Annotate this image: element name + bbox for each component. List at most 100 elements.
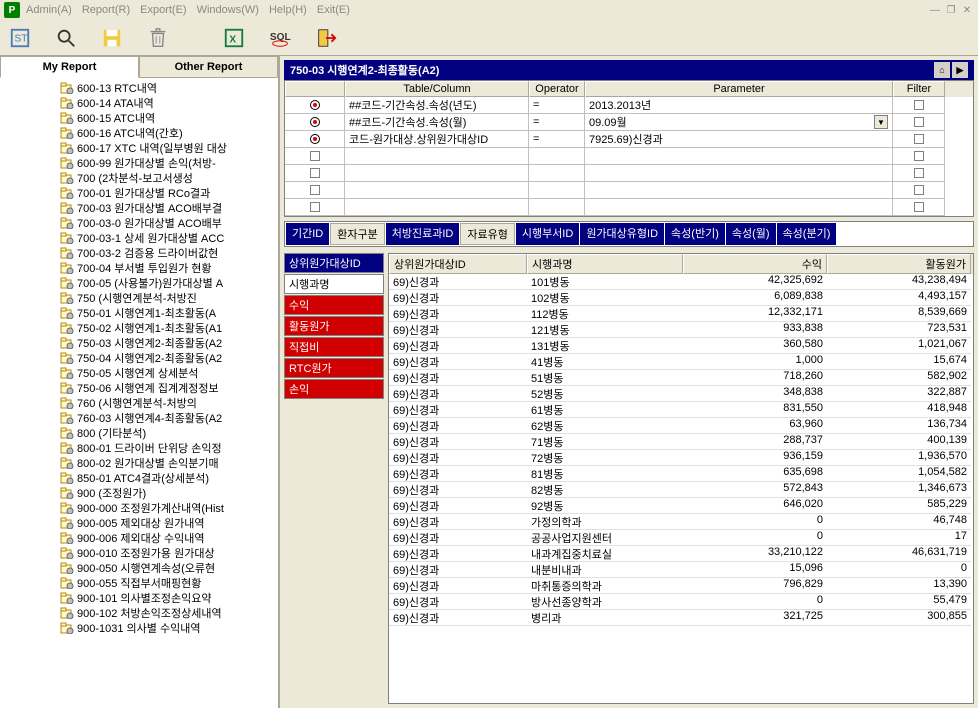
tree-item[interactable]: 600-14 ATA내역 [60, 95, 278, 110]
report-tree[interactable]: 600-13 RTC내역600-14 ATA내역600-15 ATC내역600-… [0, 78, 278, 708]
filter-row[interactable] [285, 182, 973, 199]
tree-item[interactable]: 700-03 원가대상별 ACO배부결 [60, 200, 278, 215]
filter-flag-checkbox[interactable] [914, 100, 924, 110]
filter-checkbox[interactable] [310, 202, 320, 212]
filter-row[interactable] [285, 165, 973, 182]
tree-item[interactable]: 900 (조정원가) [60, 485, 278, 500]
tree-item[interactable]: 900-1031 의사별 수익내역 [60, 620, 278, 635]
dim-tab[interactable]: 속성(분기) [777, 223, 837, 245]
tree-item[interactable]: 700-04 부서별 투입원가 현황 [60, 260, 278, 275]
dg-col-2[interactable]: 수익 [683, 254, 827, 274]
selector-item[interactable]: 상위원가대상ID [284, 253, 384, 273]
tree-item[interactable]: 600-15 ATC내역 [60, 110, 278, 125]
data-row[interactable]: 69)신경과101병동42,325,69243,238,494 [389, 274, 973, 290]
tree-item[interactable]: 700-03-1 상세 원가대상별 ACC [60, 230, 278, 245]
filter-radio[interactable] [310, 100, 320, 110]
menu-admin[interactable]: Admin(A) [26, 4, 72, 16]
tree-item[interactable]: 600-13 RTC내역 [60, 80, 278, 95]
menu-exit[interactable]: Exit(E) [317, 4, 350, 16]
selector-item[interactable]: 손익 [284, 379, 384, 399]
data-row[interactable]: 69)신경과112병동12,332,1718,539,669 [389, 306, 973, 322]
exit-door-icon[interactable] [312, 24, 340, 52]
data-row[interactable]: 69)신경과81병동635,6981,054,582 [389, 466, 973, 482]
delete-icon[interactable] [144, 24, 172, 52]
dim-tab[interactable]: 속성(반기) [665, 223, 725, 245]
data-row[interactable]: 69)신경과방사선종양학과055,479 [389, 594, 973, 610]
tree-item[interactable]: 750-04 시행연계2-최종활동(A2 [60, 350, 278, 365]
menu-report[interactable]: Report(R) [82, 4, 130, 16]
data-row[interactable]: 69)신경과102병동6,089,8384,493,157 [389, 290, 973, 306]
filter-row[interactable]: 코드-원가대상.상위원가대상ID=7925.69)신경과 [285, 131, 973, 148]
filter-flag-checkbox[interactable] [914, 151, 924, 161]
selector-item[interactable]: 시행과명 [284, 274, 384, 294]
tree-item[interactable]: 750-01 시행연계1-최초활동(A [60, 305, 278, 320]
data-row[interactable]: 69)신경과내과계집중치료실33,210,12246,631,719 [389, 546, 973, 562]
filter-flag-checkbox[interactable] [914, 202, 924, 212]
dim-tab[interactable]: 자료유형 [460, 223, 514, 245]
tree-item[interactable]: 600-16 ATC내역(간호) [60, 125, 278, 140]
tree-item[interactable]: 850-01 ATC4결과(상세분석) [60, 470, 278, 485]
tree-item[interactable]: 700-01 원가대상별 RCo결과 [60, 185, 278, 200]
data-row[interactable]: 69)신경과마취통증의학과796,82913,390 [389, 578, 973, 594]
tree-item[interactable]: 750-02 시행연계1-최초활동(A1 [60, 320, 278, 335]
dg-col-1[interactable]: 시행과명 [527, 254, 683, 274]
filter-radio[interactable] [310, 134, 320, 144]
data-grid[interactable]: 상위원가대상ID 시행과명 수익 활동원가 69)신경과101병동42,325,… [388, 253, 974, 704]
filter-flag-checkbox[interactable] [914, 117, 924, 127]
data-row[interactable]: 69)신경과82병동572,8431,346,673 [389, 482, 973, 498]
data-row[interactable]: 69)신경과71병동288,737400,139 [389, 434, 973, 450]
filter-row[interactable] [285, 199, 973, 216]
tree-item[interactable]: 750 (시행연계분석-처방진 [60, 290, 278, 305]
tree-item[interactable]: 900-010 조정원가용 원가대상 [60, 545, 278, 560]
filter-flag-checkbox[interactable] [914, 185, 924, 195]
tree-item[interactable]: 750-03 시행연계2-최종활동(A2 [60, 335, 278, 350]
filter-row[interactable] [285, 148, 973, 165]
data-row[interactable]: 69)신경과가정의학과046,748 [389, 514, 973, 530]
panel-run-icon[interactable]: ▶ [952, 62, 968, 78]
tab-my-report[interactable]: My Report [0, 56, 139, 78]
tab-other-report[interactable]: Other Report [139, 56, 278, 78]
data-row[interactable]: 69)신경과공공사업지원센터017 [389, 530, 973, 546]
selector-item[interactable]: 활동원가 [284, 316, 384, 336]
data-row[interactable]: 69)신경과72병동936,1591,936,570 [389, 450, 973, 466]
selector-item[interactable]: RTC원가 [284, 358, 384, 378]
data-row[interactable]: 69)신경과92병동646,020585,229 [389, 498, 973, 514]
tree-item[interactable]: 900-055 직접부서매핑현황 [60, 575, 278, 590]
filter-checkbox[interactable] [310, 151, 320, 161]
filter-radio[interactable] [310, 117, 320, 127]
data-row[interactable]: 69)신경과52병동348,838322,887 [389, 386, 973, 402]
dim-tab[interactable]: 기간ID [286, 223, 329, 245]
tree-item[interactable]: 800-02 원가대상별 손익분기매 [60, 455, 278, 470]
tree-item[interactable]: 900-005 제외대상 원가내역 [60, 515, 278, 530]
restore-icon[interactable]: ❐ [944, 3, 958, 17]
tree-item[interactable]: 750-05 시행연계 상세분석 [60, 365, 278, 380]
data-row[interactable]: 69)신경과62병동63,960136,734 [389, 418, 973, 434]
tree-item[interactable]: 600-99 원가대상별 손익(처방- [60, 155, 278, 170]
sql-icon[interactable]: SQL [266, 24, 294, 52]
search-icon[interactable] [52, 24, 80, 52]
tree-item[interactable]: 700 (2차분석-보고서생성 [60, 170, 278, 185]
tree-item[interactable]: 760-03 시행연계4-최종활동(A2 [60, 410, 278, 425]
panel-home-icon[interactable]: ⌂ [934, 62, 950, 78]
tree-item[interactable]: 760 (시행연계분석-처방의 [60, 395, 278, 410]
data-row[interactable]: 69)신경과121병동933,838723,531 [389, 322, 973, 338]
filter-checkbox[interactable] [310, 168, 320, 178]
filter-row[interactable]: ##코드-기간속성.속성(년도)=2013.2013년 [285, 97, 973, 114]
dim-tab[interactable]: 환자구분 [330, 223, 384, 245]
save-icon[interactable] [98, 24, 126, 52]
tree-item[interactable]: 900-000 조정원가계산내역(Hist [60, 500, 278, 515]
data-row[interactable]: 69)신경과61병동831,550418,948 [389, 402, 973, 418]
tree-item[interactable]: 700-03-0 원가대상별 ACO배부 [60, 215, 278, 230]
tree-item[interactable]: 600-17 XTC 내역(일부병원 대상 [60, 140, 278, 155]
menu-help[interactable]: Help(H) [269, 4, 307, 16]
dropdown-icon[interactable]: ▼ [874, 115, 888, 129]
tree-item[interactable]: 900-102 처방손익조정상세내역 [60, 605, 278, 620]
excel-icon[interactable]: X [220, 24, 248, 52]
close-icon[interactable]: ✕ [960, 3, 974, 17]
minimize-icon[interactable]: — [928, 3, 942, 17]
data-row[interactable]: 69)신경과병리과321,725300,855 [389, 610, 973, 626]
tool-design-icon[interactable]: ST [6, 24, 34, 52]
tree-item[interactable]: 900-101 의사별조정손익요약 [60, 590, 278, 605]
tree-item[interactable]: 750-06 시행연계 집계계정정보 [60, 380, 278, 395]
tree-item[interactable]: 800-01 드라이버 단위당 손익정 [60, 440, 278, 455]
